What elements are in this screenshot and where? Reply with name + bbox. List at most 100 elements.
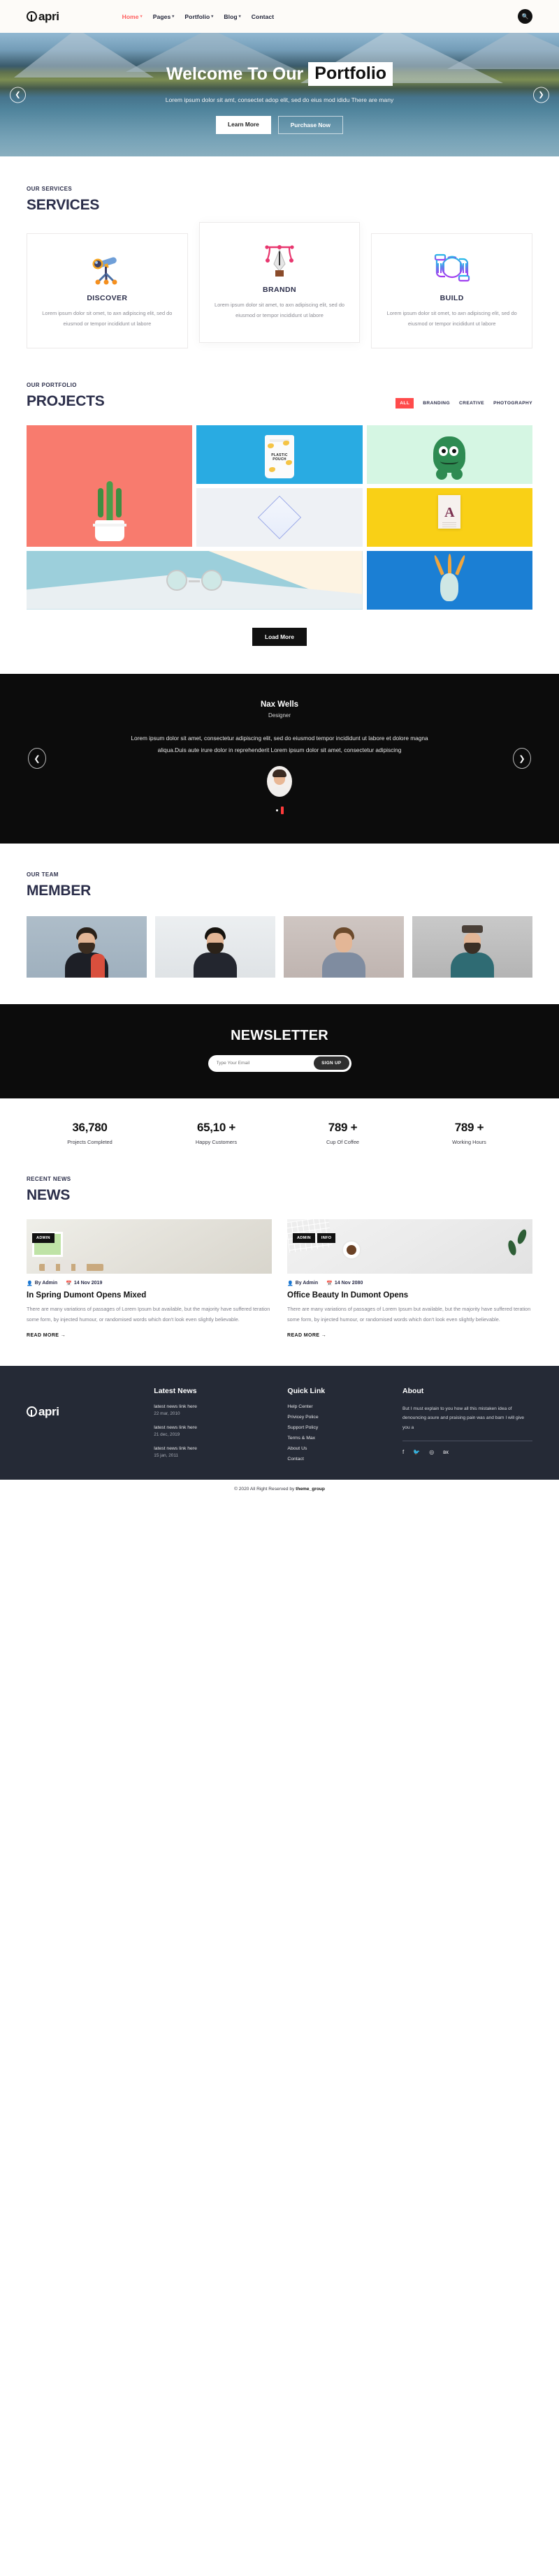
filter-branding[interactable]: BRANDING [423,401,450,406]
newsletter-signup-button[interactable]: SIGN UP [314,1057,349,1070]
footer-column-title: Latest News [154,1386,197,1395]
nav-item-home[interactable]: Home ▾ [122,13,143,20]
hero-prev-button[interactable]: ❮ [10,87,26,103]
footer-about: About But I must explain to you how all … [402,1387,532,1462]
service-card-discover[interactable]: DISCOVER Lorem ipsum dolor sit omet, to … [27,233,188,348]
pouch-shape: PLASTIC POUCH [264,434,294,478]
footer-link-terms[interactable]: Terms & Max [287,1436,393,1441]
portfolio-tile-pineapple[interactable] [366,550,532,610]
vk-icon[interactable]: вк [443,1449,449,1455]
footer-link-about-us[interactable]: About Us [287,1446,393,1451]
nav-item-pages[interactable]: Pages ▾ [153,13,175,20]
nav-item-contact[interactable]: Contact [252,13,274,20]
load-more-button[interactable]: Load More [252,627,307,646]
services-section: OUR SERVICES SERVICES DISCOVER Lorem ips… [0,156,559,348]
newsletter-email-input[interactable] [216,1061,314,1066]
team-member-card[interactable] [27,915,147,978]
avatar-body [269,786,290,797]
footer-news-item[interactable]: latest news link here 15 jan, 2011 [154,1446,277,1458]
nav-item-portfolio[interactable]: Portfolio ▾ [184,13,213,20]
testimonial-dot[interactable] [275,809,278,811]
nav-label: Home [122,13,139,20]
copyright-bar: © 2020 All Right Reserved by theme_group [0,1479,559,1500]
facebook-icon[interactable]: f [402,1449,404,1455]
services-eyebrow: OUR SERVICES [27,186,73,192]
read-more-link[interactable]: READ MORE → [287,1333,532,1338]
team-member-card[interactable] [155,915,275,978]
news-headline[interactable]: Office Beauty In Dumont Opens [287,1291,532,1300]
footer-news-link[interactable]: latest news link here [154,1404,277,1409]
portfolio-tile-sunglasses[interactable] [27,550,363,610]
testimonial-dots [0,806,559,814]
news-card[interactable]: ADMIN INFO 👤 By Admin 📅 14 Nov 2080 Office… [287,1219,532,1338]
pen-nib-icon [211,241,349,279]
portfolio-tile-plastic-pouch[interactable]: PLASTIC POUCH [196,425,363,484]
news-author: 👤 By Admin [27,1281,57,1286]
footer-logo[interactable]: apri [27,1387,144,1462]
team-member-card[interactable] [412,915,532,978]
cactus-shape [106,480,113,526]
news-title: NEWS [27,1186,71,1203]
portfolio-tile-glass-cube[interactable] [196,487,363,547]
twitter-icon[interactable]: 🐦 [413,1449,420,1455]
news-date-label: 14 Nov 2080 [334,1281,363,1286]
search-icon[interactable]: 🔍 [518,9,532,24]
footer-news-date: 15 jan, 2011 [154,1452,178,1458]
portfolio-eyebrow: OUR PORTFOLIO [27,381,77,388]
footer-logo-group[interactable]: apri [27,1405,144,1419]
testimonial-next-button[interactable]: ❯ [513,748,531,770]
filter-photography[interactable]: PHOTOGRAPHY [493,401,532,406]
news-image: ADMIN INFO [287,1219,532,1274]
apri-logo-icon [27,11,37,22]
footer-news-link[interactable]: latest news link here [154,1446,277,1451]
portfolio-header: OUR PORTFOLIO PROJECTS ALL BRANDING CREA… [27,382,532,410]
footer-link-contact[interactable]: Contact [287,1457,393,1462]
footer-grid: apri Latest News latest news link here 2… [27,1387,532,1462]
filter-creative[interactable]: CREATIVE [459,401,484,406]
portfolio-grid: PLASTIC POUCH A [27,425,532,610]
portfolio-tile-cactus[interactable] [27,425,193,547]
testimonial-avatar [267,765,292,797]
nav-item-blog[interactable]: Blog ▾ [224,13,240,20]
footer-link-support-policy[interactable]: Support Policy [287,1425,393,1430]
monster-shape [433,436,466,480]
footer-link-help-center[interactable]: Help Center [287,1404,393,1409]
nav-label: Pages [152,13,171,20]
team-grid [27,915,532,978]
member-accent [91,953,105,978]
badge-admin: ADMIN [32,1232,55,1243]
cube-shape [257,495,302,539]
read-more-link[interactable]: READ MORE → [27,1333,272,1338]
site-logo[interactable]: apri [27,10,59,24]
team-member-card[interactable] [284,915,404,978]
service-card-build[interactable]: BUILD Lorem ipsum dolor sit omet, to axn… [371,233,533,348]
badge-info: INFO [317,1232,336,1243]
footer-news-link[interactable]: latest news link here [154,1425,277,1430]
learn-more-button[interactable]: Learn More [216,115,271,134]
service-card-brandn[interactable]: BRANDN Lorem ipsum dolor sit amet, to ax… [198,222,361,343]
footer-news-item[interactable]: latest news link here 21 dec, 2019 [154,1425,277,1437]
footer-link-privacy-police[interactable]: Privicey Police [287,1415,393,1420]
newsletter-section: NEWSLETTER SIGN UP [0,1003,559,1098]
portfolio-tile-monster[interactable] [366,425,532,484]
news-author-label: By Admin [34,1281,58,1286]
footer-quick-link: Quick Link Help Center Privicey Police S… [287,1387,393,1462]
chip-shape [282,440,289,446]
instagram-icon[interactable]: ◎ [429,1449,434,1455]
testimonial-prev-button[interactable]: ❮ [28,748,46,770]
testimonial-dot-active[interactable] [280,806,284,814]
stat-item: 65,10 + Happy Customers [153,1121,280,1145]
footer-news-item[interactable]: latest news link here 22 mar, 2010 [154,1404,277,1416]
purchase-now-button[interactable]: Purchase Now [277,115,343,134]
stat-label: Happy Customers [195,1138,238,1145]
filter-all[interactable]: ALL [395,397,414,409]
chair-shape [45,1259,56,1274]
hero-next-button[interactable]: ❯ [533,87,549,103]
footer-logo-text: apri [38,1404,59,1418]
portfolio-tile-letter-a[interactable]: A [366,487,532,547]
plant-leaf-shape [507,1239,518,1256]
news-headline[interactable]: In Spring Dumont Opens Mixed [27,1291,272,1300]
stat-item: 789 + Cup Of Coffee [280,1121,406,1145]
news-card[interactable]: ADMIN 👤 By Admin 📅 14 Nov 2019 In Spring D… [27,1219,272,1338]
chevron-down-icon: ▾ [211,15,214,19]
